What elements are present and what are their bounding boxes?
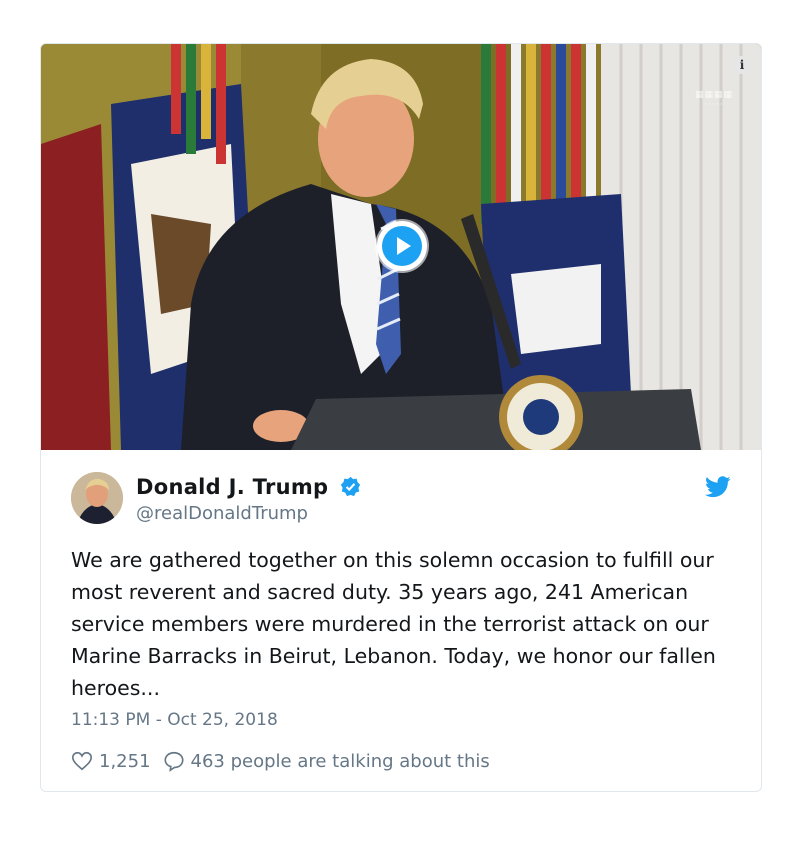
talking-count[interactable]: 463 people are talking about this — [191, 751, 490, 772]
avatar[interactable] — [71, 472, 123, 524]
verified-badge-icon — [340, 476, 361, 497]
tweet-text: We are gathered together on this solemn … — [71, 548, 716, 700]
tweet-timestamp[interactable]: 11:13 PM - Oct 25, 2018 — [71, 710, 278, 730]
avatar-image — [71, 472, 123, 524]
heart-icon[interactable] — [71, 750, 93, 772]
author-handle[interactable]: @realDonaldTrump — [136, 503, 308, 524]
author-name-row[interactable]: Donald J. Trump — [136, 475, 361, 499]
watermark-logo: ▦▦▦▦ ····· — [694, 90, 733, 110]
author-name[interactable]: Donald J. Trump — [136, 475, 328, 499]
speech-bubble-icon[interactable] — [163, 750, 185, 772]
tweet-card[interactable]: ▦▦▦▦ ····· i Donald J. Trump @realDonaldT… — [40, 43, 762, 792]
twitter-bird-icon[interactable] — [705, 476, 731, 498]
play-button[interactable] — [377, 221, 427, 271]
tweet-actions: 1,251 463 people are talking about this — [71, 750, 490, 772]
info-icon[interactable]: i — [733, 56, 751, 74]
video-thumbnail[interactable]: ▦▦▦▦ ····· i — [41, 44, 761, 450]
like-count[interactable]: 1,251 — [99, 751, 151, 772]
tweet-body: Donald J. Trump @realDonaldTrump We are … — [41, 450, 761, 791]
play-icon — [382, 226, 422, 266]
